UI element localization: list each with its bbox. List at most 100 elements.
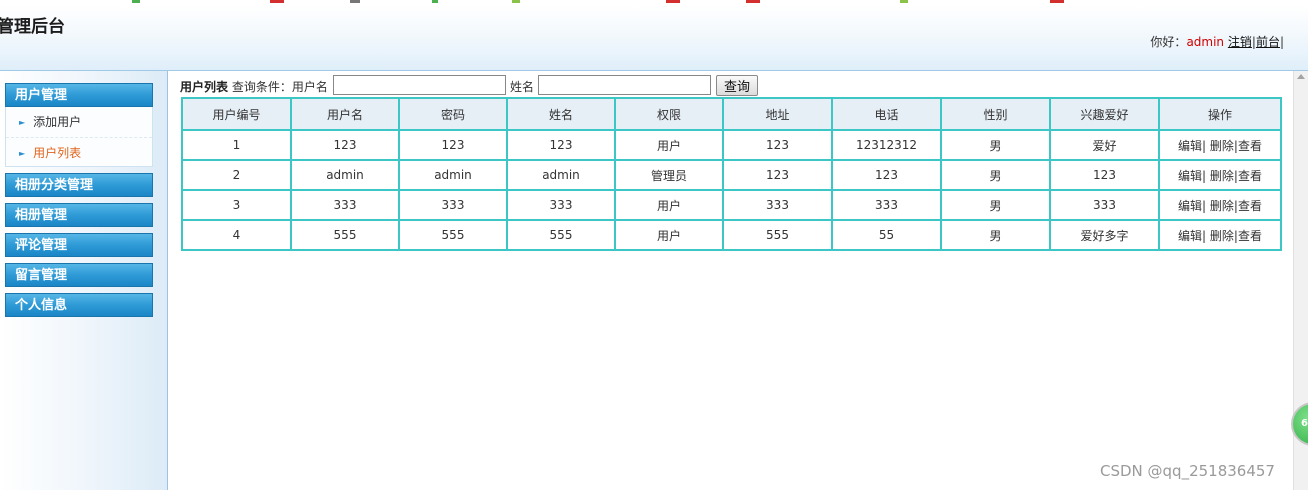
triangle-right-icon: ►: [19, 149, 26, 158]
column-header: 权限: [614, 97, 724, 131]
user-submenu: ► 添加用户 ► 用户列表: [5, 107, 153, 167]
table-cell: 123: [290, 129, 400, 161]
table-cell: 3: [181, 189, 292, 221]
table-cell: 管理员: [614, 159, 724, 191]
column-header: 电话: [831, 97, 942, 131]
edit-link[interactable]: 编辑: [1178, 139, 1202, 153]
realname-input[interactable]: [538, 75, 711, 95]
table-cell: 2: [181, 159, 292, 191]
delete-link[interactable]: 删除: [1210, 169, 1234, 183]
logout-link[interactable]: 注销: [1228, 35, 1252, 49]
table-row: 2 admin admin admin 管理员 123 123 男 123 编辑…: [181, 159, 1282, 191]
column-header: 密码: [398, 97, 508, 131]
edit-link[interactable]: 编辑: [1178, 229, 1202, 243]
menu-profile[interactable]: 个人信息: [5, 293, 153, 317]
separator: |: [1202, 228, 1207, 243]
sidebar: 用户管理 ► 添加用户 ► 用户列表 相册分类管理 相册管理 评论管理 留言管理 个…: [0, 71, 168, 490]
filter-title: 用户列表 查询条件：用户名: [180, 78, 328, 95]
table-cell: admin: [506, 159, 616, 191]
table-cell: 12312312: [831, 129, 942, 161]
delete-link[interactable]: 删除: [1210, 139, 1234, 153]
app-title: 管理后台: [0, 17, 65, 37]
table-cell: 555: [722, 219, 833, 251]
table-cell: 男: [940, 189, 1051, 221]
table-cell: 333: [831, 189, 942, 221]
triangle-right-icon: ►: [19, 118, 26, 127]
table-cell: 333: [1049, 189, 1160, 221]
username-input[interactable]: [333, 75, 506, 95]
column-header: 用户编号: [181, 97, 292, 131]
table-cell: 爱好多字: [1049, 219, 1160, 251]
table-cell: 555: [398, 219, 508, 251]
search-button[interactable]: 查询: [716, 75, 758, 96]
table-cell: 1: [181, 129, 292, 161]
greeting-label: 你好：: [1150, 35, 1187, 49]
table-cell: 555: [290, 219, 400, 251]
frontend-link[interactable]: 前台: [1256, 35, 1280, 49]
menu-album-category[interactable]: 相册分类管理: [5, 173, 153, 197]
user-bar: 你好：admin 注销|前台|: [1150, 33, 1284, 50]
submenu-add-user[interactable]: ► 添加用户: [6, 107, 152, 137]
main-content: 用户列表 查询条件：用户名 姓名 查询 用户编号 用户名 密码 姓名 权限 地址…: [168, 71, 1308, 490]
table-row: 1 123 123 123 用户 123 12312312 男 爱好 编辑| 删…: [181, 129, 1282, 161]
column-header: 兴趣爱好: [1049, 97, 1160, 131]
condition-label: 查询条件：用户名: [231, 80, 328, 94]
column-header: 性别: [940, 97, 1051, 131]
table-row: 3 333 333 333 用户 333 333 男 333 编辑| 删除|查看: [181, 189, 1282, 221]
view-link[interactable]: 查看: [1238, 139, 1262, 153]
view-link[interactable]: 查看: [1238, 229, 1262, 243]
table-cell: 333: [290, 189, 400, 221]
table-header-row: 用户编号 用户名 密码 姓名 权限 地址 电话 性别 兴趣爱好 操作: [181, 97, 1282, 131]
table-cell: 男: [940, 129, 1051, 161]
table-cell: 333: [398, 189, 508, 221]
table-cell: 123: [398, 129, 508, 161]
table-cell: 555: [506, 219, 616, 251]
table-cell: admin: [290, 159, 400, 191]
list-title: 用户列表: [180, 80, 229, 94]
column-header: 操作: [1158, 97, 1282, 131]
edit-link[interactable]: 编辑: [1178, 199, 1202, 213]
separator: |: [1279, 35, 1284, 49]
user-table: 用户编号 用户名 密码 姓名 权限 地址 电话 性别 兴趣爱好 操作 1 123…: [181, 97, 1282, 251]
table-cell: 123: [831, 159, 942, 191]
scroll-up-arrow-icon[interactable]: [1297, 74, 1305, 79]
actions-cell: 编辑| 删除|查看: [1158, 159, 1282, 191]
table-cell: 用户: [614, 129, 724, 161]
table-cell: 爱好: [1049, 129, 1160, 161]
table-cell: 男: [940, 219, 1051, 251]
table-cell: 55: [831, 219, 942, 251]
column-header: 姓名: [506, 97, 616, 131]
table-cell: 123: [722, 129, 833, 161]
actions-cell: 编辑| 删除|查看: [1158, 219, 1282, 251]
menu-user-management[interactable]: 用户管理: [5, 83, 153, 107]
username-label: admin: [1186, 35, 1225, 49]
edit-link[interactable]: 编辑: [1178, 169, 1202, 183]
view-link[interactable]: 查看: [1238, 199, 1262, 213]
table-cell: 123: [722, 159, 833, 191]
table-cell: 123: [506, 129, 616, 161]
submenu-label: 用户列表: [33, 146, 82, 160]
actions-cell: 编辑| 删除|查看: [1158, 129, 1282, 161]
separator: |: [1202, 138, 1207, 153]
column-header: 地址: [722, 97, 833, 131]
column-header: 用户名: [290, 97, 400, 131]
table-cell: 333: [506, 189, 616, 221]
separator: |: [1202, 198, 1207, 213]
menu-comment[interactable]: 评论管理: [5, 233, 153, 257]
separator: |: [1202, 168, 1207, 183]
view-link[interactable]: 查看: [1238, 169, 1262, 183]
delete-link[interactable]: 删除: [1210, 229, 1234, 243]
table-cell: 用户: [614, 219, 724, 251]
watermark: CSDN @qq_251836457: [1100, 462, 1275, 480]
menu-message[interactable]: 留言管理: [5, 263, 153, 287]
menu-album[interactable]: 相册管理: [5, 203, 153, 227]
realname-label: 姓名: [510, 80, 535, 94]
submenu-label: 添加用户: [33, 115, 82, 129]
submenu-user-list[interactable]: ► 用户列表: [6, 137, 152, 168]
table-cell: admin: [398, 159, 508, 191]
table-cell: 用户: [614, 189, 724, 221]
table-row: 4 555 555 555 用户 555 55 男 爱好多字 编辑| 删除|查看: [181, 219, 1282, 251]
header: 管理后台 你好：admin 注销|前台|: [0, 6, 1308, 71]
table-cell: 4: [181, 219, 292, 251]
delete-link[interactable]: 删除: [1210, 199, 1234, 213]
